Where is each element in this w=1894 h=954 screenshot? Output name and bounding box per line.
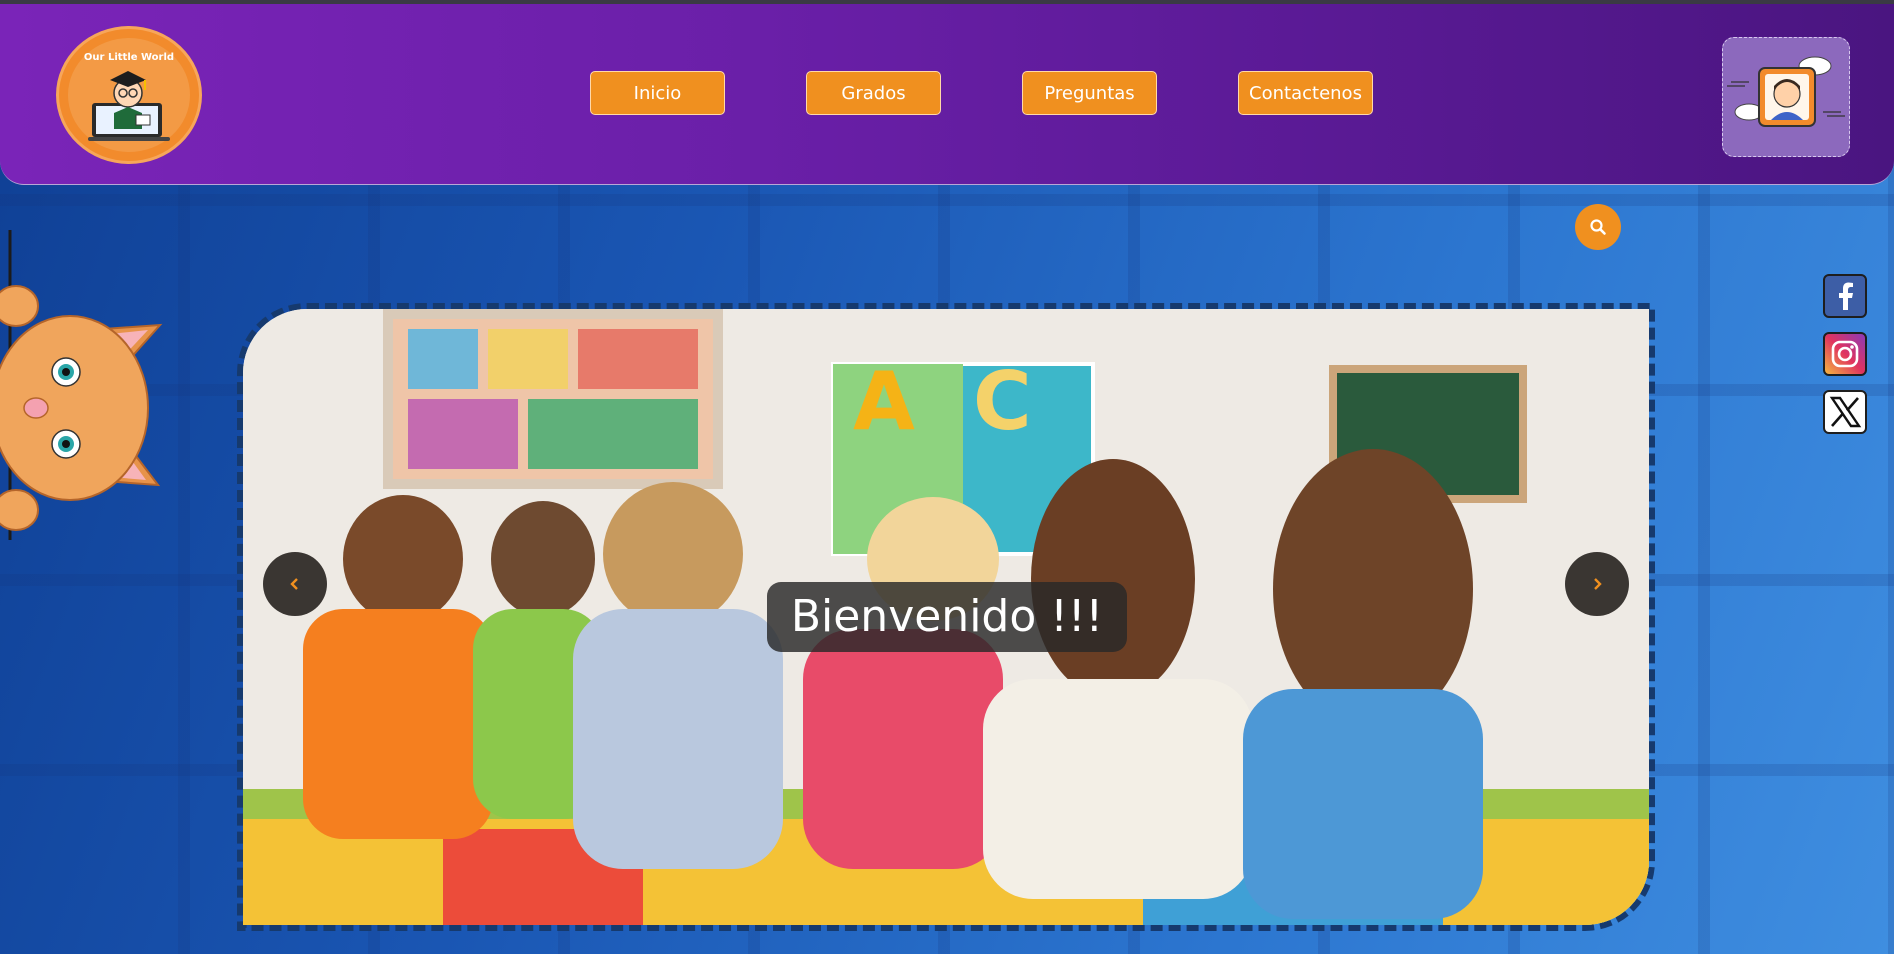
logo-badge: Our Little World bbox=[68, 38, 190, 152]
instagram-icon bbox=[1831, 340, 1859, 368]
x-link[interactable] bbox=[1823, 390, 1867, 434]
carousel-prev-button[interactable] bbox=[263, 552, 327, 616]
user-avatar-button[interactable] bbox=[1722, 37, 1850, 157]
x-icon bbox=[1829, 396, 1862, 428]
nav-preguntas-button[interactable]: Preguntas bbox=[1022, 71, 1157, 115]
carousel-caption: Bienvenido !!! bbox=[767, 582, 1127, 652]
svg-text:A: A bbox=[853, 355, 915, 448]
instagram-link[interactable] bbox=[1823, 332, 1867, 376]
site-header: Our Little World Inicio Grados Preguntas bbox=[0, 4, 1894, 185]
chevron-left-icon bbox=[290, 578, 298, 590]
chevron-right-icon bbox=[1594, 578, 1602, 590]
nav-inicio-button[interactable]: Inicio bbox=[590, 71, 725, 115]
carousel-next-button[interactable] bbox=[1565, 552, 1629, 616]
search-button[interactable] bbox=[1575, 204, 1621, 250]
search-icon bbox=[1590, 219, 1606, 235]
nav-contactenos-button[interactable]: Contactenos bbox=[1238, 71, 1373, 115]
facebook-icon bbox=[1839, 282, 1853, 310]
logo-graduate-illustration bbox=[88, 70, 170, 141]
nav-grados-button[interactable]: Grados bbox=[806, 71, 941, 115]
cat-peek-illustration bbox=[0, 230, 170, 540]
site-logo[interactable]: Our Little World bbox=[56, 26, 202, 164]
svg-text:C: C bbox=[973, 355, 1032, 448]
facebook-link[interactable] bbox=[1823, 274, 1867, 318]
avatar-illustration bbox=[1727, 56, 1845, 127]
logo-text: Our Little World bbox=[83, 51, 175, 63]
